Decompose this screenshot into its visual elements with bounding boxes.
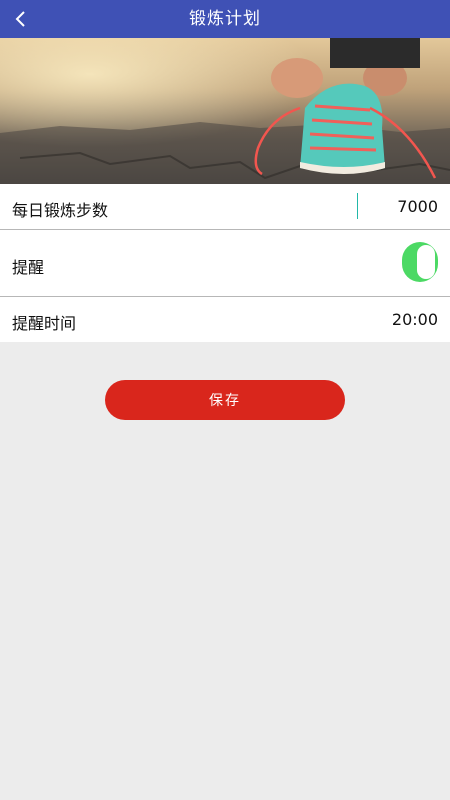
daily-steps-label: 每日锻炼步数 <box>12 201 109 220</box>
daily-steps-row: 每日锻炼步数 <box>0 184 450 230</box>
running-shoe-photo <box>0 38 450 184</box>
reminder-label: 提醒 <box>12 258 45 277</box>
hero-image <box>0 38 450 184</box>
reminder-toggle[interactable] <box>402 242 438 282</box>
reminder-time-value[interactable]: 20:00 <box>392 310 438 329</box>
reminder-row: 提醒 <box>0 230 450 297</box>
toggle-knob <box>417 245 435 279</box>
top-app-bar: 锻炼计划 <box>0 0 450 38</box>
save-button[interactable]: 保存 <box>105 380 345 420</box>
reminder-time-label: 提醒时间 <box>12 314 77 333</box>
daily-steps-input[interactable] <box>357 193 438 219</box>
reminder-time-row[interactable]: 提醒时间 20:00 <box>0 297 450 342</box>
exercise-plan-form: 每日锻炼步数 提醒 提醒时间 20:00 <box>0 184 450 342</box>
page-title: 锻炼计划 <box>189 9 261 29</box>
